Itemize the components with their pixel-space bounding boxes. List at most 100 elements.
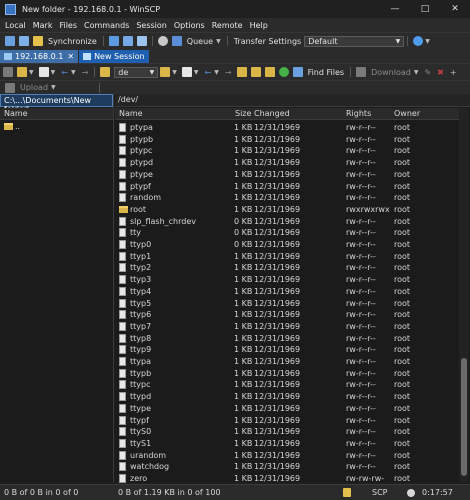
compare-icon[interactable] — [108, 36, 119, 46]
table-row[interactable]: ttyp5 1 KB 12/31/1969 rw-r--r-- root — [115, 298, 467, 310]
minimize-icon[interactable]: — — [380, 0, 410, 18]
table-row[interactable]: ttyS1 1 KB 12/31/1969 rw-r--r-- root — [115, 438, 467, 450]
table-row[interactable]: urandom 1 KB 12/31/1969 rw-r--r-- root — [115, 450, 467, 462]
upload-icon[interactable] — [5, 82, 15, 93]
synchronize-icon[interactable] — [33, 36, 43, 46]
local-drive-icon[interactable] — [3, 67, 13, 77]
chevron-down-icon[interactable]: ▼ — [51, 69, 56, 76]
queue-button[interactable]: Queue — [187, 37, 213, 46]
tab-session[interactable]: 192.168.0.1 ✕ — [0, 50, 79, 63]
find-files-button[interactable]: Find Files — [308, 68, 345, 77]
edit-icon[interactable]: ✎ — [424, 68, 431, 77]
terminal-icon[interactable] — [122, 36, 133, 46]
folder-icon[interactable] — [100, 67, 111, 77]
menu-local[interactable]: Local — [5, 21, 26, 30]
queue-icon[interactable] — [171, 36, 182, 46]
local-panel-icon[interactable] — [5, 36, 15, 46]
find-files-icon[interactable] — [292, 67, 303, 77]
parent-dir-icon[interactable] — [236, 67, 247, 77]
table-row[interactable]: tty 0 KB 12/31/1969 rw-r--r-- root — [115, 227, 467, 239]
table-row[interactable]: ptypd 1 KB 12/31/1969 rw-r--r-- root — [115, 157, 467, 169]
explorer-view-icon[interactable] — [19, 36, 29, 46]
forward-icon[interactable]: → — [82, 68, 89, 77]
table-row[interactable]: ttyp6 1 KB 12/31/1969 rw-r--r-- root — [115, 309, 467, 321]
upload-button[interactable]: Upload — [20, 83, 48, 92]
remote-dir-select[interactable]: de ▼ — [114, 66, 159, 78]
remote-path-bar[interactable]: /dev/ — [115, 94, 470, 107]
table-row[interactable]: ptypf 1 KB 12/31/1969 rw-r--r-- root — [115, 181, 467, 193]
table-row[interactable]: ttype 1 KB 12/31/1969 rw-r--r-- root — [115, 403, 467, 415]
list-item[interactable]: .. — [0, 121, 113, 133]
chevron-down-icon[interactable]: ▼ — [172, 69, 177, 76]
table-row[interactable]: ttyp7 1 KB 12/31/1969 rw-r--r-- root — [115, 321, 467, 333]
gear-icon[interactable] — [157, 36, 168, 46]
remote-filter-icon[interactable] — [181, 67, 192, 77]
menu-session[interactable]: Session — [136, 21, 167, 30]
chevron-down-icon[interactable]: ▼ — [414, 69, 419, 76]
filter-icon[interactable] — [38, 67, 49, 77]
menu-options[interactable]: Options — [174, 21, 205, 30]
table-row[interactable]: ttyp1 1 KB 12/31/1969 rw-r--r-- root — [115, 251, 467, 263]
chevron-down-icon[interactable]: ▼ — [29, 69, 34, 76]
menu-files[interactable]: Files — [59, 21, 77, 30]
refresh-icon[interactable] — [278, 67, 289, 77]
changed-column-header[interactable]: Changed — [254, 109, 290, 118]
chevron-down-icon[interactable]: ▼ — [214, 69, 219, 76]
table-row[interactable]: ttyS0 1 KB 12/31/1969 rw-r--r-- root — [115, 426, 467, 438]
owner-column-header[interactable]: Owner — [394, 109, 420, 118]
table-row[interactable]: ttyp3 1 KB 12/31/1969 rw-r--r-- root — [115, 274, 467, 286]
synchronize-button[interactable]: Synchronize — [48, 37, 97, 46]
globe-icon[interactable] — [413, 36, 424, 46]
table-row[interactable]: ttyp8 1 KB 12/31/1969 rw-r--r-- root — [115, 333, 467, 345]
download-button[interactable]: Download — [371, 68, 411, 77]
local-path-bar[interactable]: C:\...\Documents\New folder\ — [0, 94, 113, 114]
table-row[interactable]: ptype 1 KB 12/31/1969 rw-r--r-- root — [115, 169, 467, 181]
table-row[interactable]: ttyp2 1 KB 12/31/1969 rw-r--r-- root — [115, 262, 467, 274]
menu-help[interactable]: Help — [250, 21, 268, 30]
table-row[interactable]: slp_flash_chrdev 0 KB 12/31/1969 rw-r--r-- r… — [115, 216, 467, 228]
table-row[interactable]: ttypf 1 KB 12/31/1969 rw-r--r-- root — [115, 415, 467, 427]
delete-icon[interactable]: ✖ — [437, 68, 444, 77]
table-row[interactable]: ttypc 1 KB 12/31/1969 rw-r--r-- root — [115, 379, 467, 391]
local-name-column[interactable]: Name — [4, 109, 28, 118]
transfer-settings-select[interactable]: Default ▼ — [304, 35, 405, 47]
chevron-down-icon[interactable]: ▼ — [194, 69, 199, 76]
table-row[interactable]: ptypc 1 KB 12/31/1969 rw-r--r-- root — [115, 145, 467, 157]
rights-column-header[interactable]: Rights — [346, 109, 371, 118]
table-row[interactable]: watchdog 1 KB 12/31/1969 rw-r--r-- root — [115, 461, 467, 473]
download-icon[interactable] — [356, 67, 367, 77]
new-icon[interactable]: + — [450, 68, 457, 77]
home-dir-icon[interactable] — [264, 67, 275, 77]
remote-forward-icon[interactable]: → — [225, 68, 232, 77]
table-row[interactable]: ttypd 1 KB 12/31/1969 rw-r--r-- root — [115, 391, 467, 403]
chevron-down-icon[interactable]: ▼ — [71, 69, 76, 76]
table-row[interactable]: ptypa 1 KB 12/31/1969 rw-r--r-- root — [115, 122, 467, 134]
close-icon[interactable]: ✕ — [440, 0, 470, 18]
table-row[interactable]: ttypa 1 KB 12/31/1969 rw-r--r-- root — [115, 356, 467, 368]
size-column-header[interactable]: Size — [235, 109, 251, 118]
open-folder-icon[interactable] — [17, 67, 27, 77]
scrollbar-thumb[interactable] — [461, 358, 467, 476]
menu-commands[interactable]: Commands — [84, 21, 129, 30]
remote-back-icon[interactable]: ← — [205, 68, 212, 77]
table-row[interactable]: ttypb 1 KB 12/31/1969 rw-r--r-- root — [115, 368, 467, 380]
table-row[interactable]: random 1 KB 12/31/1969 rw-r--r-- root — [115, 192, 467, 204]
vertical-scrollbar[interactable] — [459, 108, 469, 482]
back-icon[interactable]: ← — [61, 68, 68, 77]
table-row[interactable]: ptypb 1 KB 12/31/1969 rw-r--r-- root — [115, 134, 467, 146]
menu-mark[interactable]: Mark — [33, 21, 53, 30]
menu-remote[interactable]: Remote — [212, 21, 243, 30]
folder-filter-icon[interactable] — [160, 67, 171, 77]
chevron-down-icon[interactable]: ▼ — [425, 38, 430, 45]
root-dir-icon[interactable] — [250, 67, 261, 77]
table-row[interactable]: ttyp4 1 KB 12/31/1969 rw-r--r-- root — [115, 286, 467, 298]
chevron-down-icon[interactable]: ▼ — [216, 38, 221, 45]
name-column-header[interactable]: Name — [119, 109, 143, 118]
close-icon[interactable]: ✕ — [67, 52, 74, 61]
table-row[interactable]: root 1 KB 12/31/1969 rwxrwxrwx root — [115, 204, 467, 216]
maximize-icon[interactable]: □ — [410, 0, 440, 18]
table-row[interactable]: ttyp0 0 KB 12/31/1969 rw-r--r-- root — [115, 239, 467, 251]
chevron-down-icon[interactable]: ▼ — [51, 84, 56, 91]
find-icon[interactable] — [136, 36, 147, 46]
tab-new-session[interactable]: New Session — [79, 50, 149, 63]
